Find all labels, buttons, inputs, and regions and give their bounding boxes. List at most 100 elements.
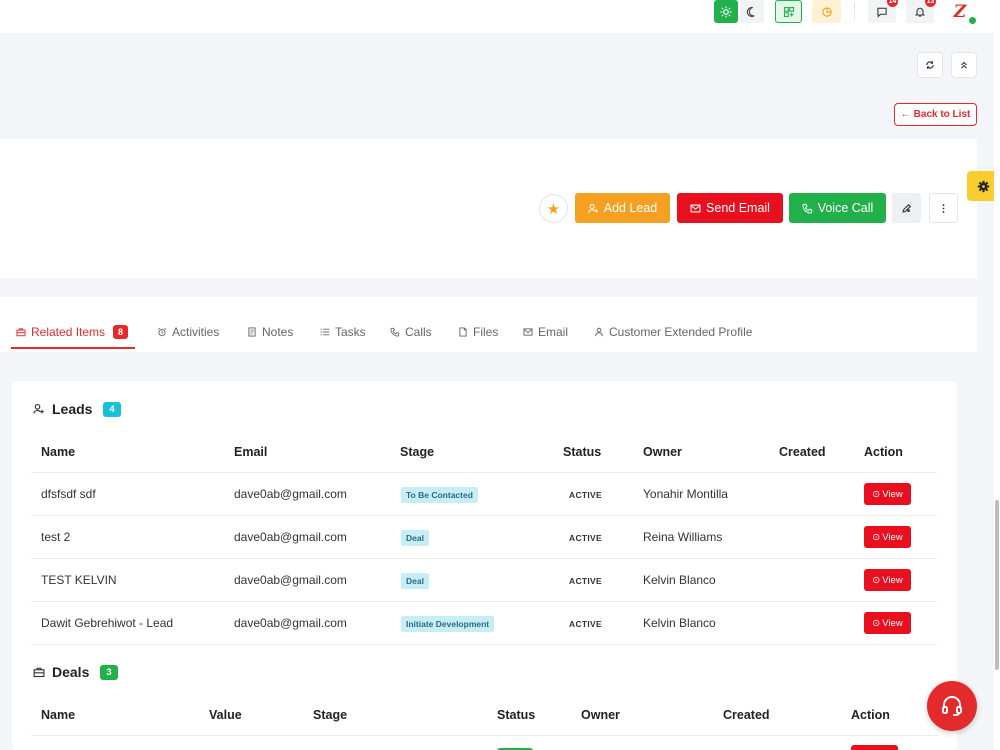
view-label: View — [882, 617, 903, 629]
related-items-panel — [12, 381, 957, 750]
row-divider — [31, 515, 937, 516]
tab-label: Files — [473, 325, 499, 339]
arrow-left-icon: ← — [900, 109, 911, 120]
eye-icon: ⊙ — [872, 488, 881, 500]
view-label: View — [882, 574, 903, 586]
refresh-button[interactable] — [917, 52, 943, 78]
user-plus-icon — [587, 203, 598, 213]
tab-customer-extended-profile[interactable]: Customer Extended Profile — [594, 323, 752, 341]
col-header-owner: Owner — [643, 445, 682, 459]
col-header-status: Status — [563, 445, 602, 459]
lead-stage-badge: Initiate Development — [401, 616, 495, 632]
lead-status: ACTIVE — [569, 576, 602, 586]
send-email-button[interactable]: Send Email — [677, 193, 783, 223]
user-plus-icon — [33, 403, 44, 414]
eye-icon: ⊙ — [872, 574, 881, 586]
chat-badge: 14 — [887, 0, 898, 7]
file-icon — [459, 327, 467, 337]
tab-label: Customer Extended Profile — [609, 325, 753, 339]
lead-owner: Kelvin Blanco — [643, 616, 716, 630]
deals-section-title: Deals 3 — [33, 664, 118, 680]
tab-count-badge: 8 — [113, 325, 129, 339]
leads-section-title: Leads 4 — [33, 401, 121, 417]
tab-email[interactable]: Email — [523, 323, 568, 341]
star-icon: ★ — [546, 200, 561, 218]
lead-owner: Reina Williams — [643, 530, 723, 544]
back-to-list-button[interactable]: ← Back to List — [894, 103, 977, 126]
bell-icon — [914, 7, 926, 17]
headset-icon — [942, 696, 962, 716]
tab-files[interactable]: Files — [458, 323, 498, 341]
dark-mode-button[interactable] — [740, 0, 764, 23]
edit-button[interactable] — [892, 193, 921, 223]
view-button[interactable]: ⊙ View — [864, 483, 911, 505]
note-icon — [248, 327, 256, 337]
tab-tasks[interactable]: Tasks — [320, 323, 366, 341]
view-button[interactable]: ⊙ View — [864, 612, 911, 634]
tab-activities[interactable]: Activities — [157, 323, 219, 341]
collapse-header-button[interactable] — [951, 52, 977, 78]
more-options-button[interactable] — [929, 193, 958, 223]
tab-related-items[interactable]: Related Items 8 — [16, 323, 129, 341]
lead-email: dave0ab@gmail.com — [234, 487, 347, 501]
view-label: View — [882, 488, 903, 500]
row-divider — [31, 558, 937, 559]
top-bar: 14 13 Z — [0, 0, 1000, 33]
apps-button[interactable] — [775, 0, 802, 23]
tab-calls[interactable]: Calls — [390, 323, 432, 341]
view-button[interactable]: ⊙ View — [864, 526, 911, 548]
briefcase-icon — [33, 667, 45, 678]
add-lead-button[interactable]: Add Lead — [575, 193, 670, 223]
support-button[interactable] — [927, 681, 977, 731]
leads-title: Leads — [52, 401, 93, 417]
page-header — [0, 33, 1000, 139]
pie-icon — [821, 6, 832, 17]
lead-email: dave0ab@gmail.com — [234, 573, 347, 587]
user-icon — [595, 327, 603, 337]
lead-status: ACTIVE — [569, 533, 602, 543]
row-divider — [31, 735, 937, 736]
lead-status: ACTIVE — [569, 490, 602, 500]
scrollbar-thumb[interactable] — [995, 500, 999, 670]
edit-icon — [902, 203, 912, 213]
lead-owner: Yonahir Montilla — [643, 487, 728, 501]
lead-owner: Kelvin Blanco — [643, 573, 716, 587]
phone-icon — [390, 327, 400, 337]
back-to-list-label: Back to List — [913, 109, 971, 120]
chat-button[interactable]: 14 — [868, 0, 898, 23]
col-header-email: Email — [234, 445, 268, 459]
row-divider — [31, 472, 937, 473]
deals-title: Deals — [52, 664, 90, 680]
deals-count-badge: 3 — [100, 664, 118, 680]
favorite-button[interactable]: ★ — [539, 194, 568, 223]
mail-icon — [690, 204, 701, 212]
view-button[interactable]: ⊙ View — [864, 569, 911, 591]
eye-icon: ⊙ — [872, 531, 881, 543]
more-vertical-icon — [942, 203, 945, 213]
chevrons-up-icon — [961, 61, 967, 69]
logo-icon: Z — [953, 1, 967, 22]
view-button[interactable] — [851, 745, 898, 750]
tab-notes[interactable]: Notes — [247, 323, 293, 341]
col-header-name: Name — [41, 708, 76, 722]
lead-name: test 2 — [41, 530, 71, 544]
eye-icon: ⊙ — [872, 617, 881, 629]
gear-icon — [977, 180, 990, 192]
col-header-status: Status — [497, 708, 536, 722]
reports-button[interactable] — [812, 0, 841, 23]
col-header-stage: Stage — [313, 708, 348, 722]
row-divider — [31, 601, 937, 602]
sun-icon — [720, 5, 732, 18]
light-mode-button[interactable] — [714, 0, 738, 23]
col-header-stage: Stage — [400, 445, 435, 459]
chat-icon — [877, 7, 887, 18]
col-header-value: Value — [209, 708, 242, 722]
voice-call-button[interactable]: Voice Call — [789, 193, 886, 223]
leads-count-badge: 4 — [103, 401, 121, 417]
online-status-dot — [969, 17, 976, 24]
lead-stage-badge: Deal — [401, 573, 429, 589]
lead-status: ACTIVE — [569, 619, 602, 629]
col-header-created: Created — [779, 445, 826, 459]
notifications-button[interactable]: 13 — [906, 0, 936, 23]
mail-icon — [523, 328, 533, 336]
